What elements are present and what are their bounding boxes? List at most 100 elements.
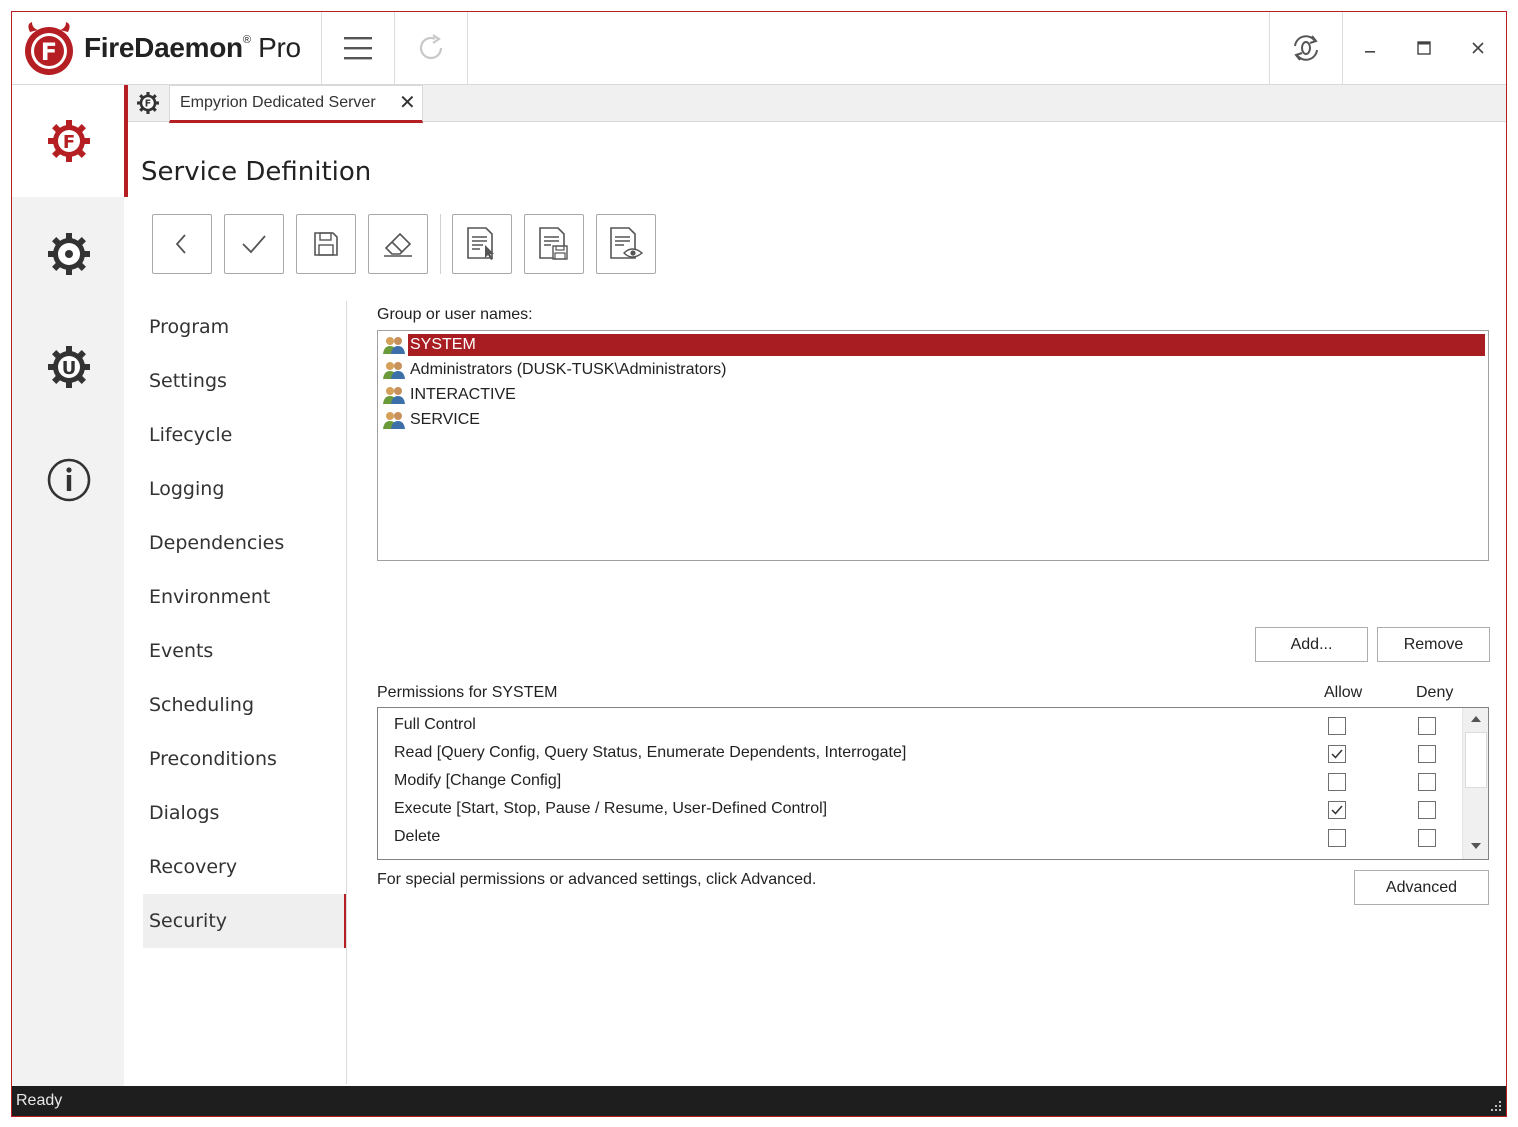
svg-text:F: F — [63, 132, 75, 153]
refresh-button[interactable] — [395, 12, 467, 84]
minimize-button[interactable] — [1343, 12, 1397, 84]
save-icon — [314, 232, 338, 256]
permissions-scrollbar[interactable] — [1462, 708, 1488, 859]
scroll-thumb[interactable] — [1465, 732, 1487, 788]
nav-item-preconditions[interactable]: Preconditions — [143, 732, 347, 786]
permission-name: Delete — [394, 828, 441, 845]
svg-text:F: F — [145, 99, 151, 110]
firedaemon-logo-icon: F — [25, 22, 73, 75]
user-group-icon — [383, 335, 405, 355]
toolbar-separator — [440, 214, 441, 274]
allow-column-header: Allow — [1324, 684, 1363, 701]
import-definition-icon — [467, 227, 494, 260]
allow-checkbox[interactable] — [1328, 829, 1346, 847]
rail-settings-button[interactable] — [46, 231, 92, 277]
close-icon — [1472, 42, 1484, 54]
user-list-item[interactable]: INTERACTIVE — [383, 382, 1485, 407]
permissions-label: Permissions for SYSTEM — [377, 684, 558, 701]
tab-home-button[interactable]: F — [128, 85, 168, 121]
nav-item-logging[interactable]: Logging — [143, 462, 347, 516]
left-rail: F U — [12, 85, 124, 1086]
scroll-up-button[interactable] — [1463, 708, 1488, 730]
nav-item-environment[interactable]: Environment — [143, 570, 347, 624]
rail-about-button[interactable] — [46, 457, 92, 503]
preview-definition-icon — [610, 227, 644, 259]
nav-item-security[interactable]: Security — [143, 894, 347, 948]
nav-item-events[interactable]: Events — [143, 624, 347, 678]
export-definition-button[interactable] — [524, 214, 584, 274]
allow-checkbox[interactable] — [1328, 773, 1346, 791]
back-button[interactable] — [152, 214, 212, 274]
service-status-button[interactable] — [1270, 12, 1342, 84]
user-group-icon — [383, 410, 405, 430]
title-divider — [467, 12, 468, 84]
checkmark-icon — [1331, 749, 1343, 759]
remove-user-button[interactable]: Remove — [1377, 627, 1490, 662]
tab-close-button[interactable]: ✕ — [399, 90, 416, 115]
firedaemon-gear-icon: F — [48, 120, 90, 162]
close-window-button[interactable] — [1451, 12, 1505, 84]
deny-checkbox[interactable] — [1418, 745, 1436, 763]
brand-name: FireDaemon — [84, 32, 243, 63]
user-group-icon — [383, 385, 405, 405]
nav-item-settings[interactable]: Settings — [143, 354, 347, 408]
menu-button[interactable] — [322, 12, 394, 84]
user-list-item[interactable]: SERVICE — [383, 407, 1485, 432]
svg-text:U: U — [62, 358, 77, 379]
tab-label: Empyrion Dedicated Server — [180, 94, 376, 111]
definition-nav: Program Settings Lifecycle Logging Dependenc… — [143, 300, 347, 948]
nav-divider — [346, 301, 347, 1084]
nav-item-dialogs[interactable]: Dialogs — [143, 786, 347, 840]
refresh-icon — [419, 34, 443, 60]
deny-checkbox[interactable] — [1418, 829, 1436, 847]
tab-service[interactable]: Empyrion Dedicated Server ✕ — [169, 85, 423, 123]
checkmark-icon — [1331, 805, 1343, 815]
rail-update-button[interactable]: U — [46, 344, 92, 390]
svg-text:F: F — [41, 38, 57, 66]
nav-item-lifecycle[interactable]: Lifecycle — [143, 408, 347, 462]
permission-row: Full Control — [378, 712, 1462, 740]
page-title: Service Definition — [141, 157, 372, 187]
deny-checkbox[interactable] — [1418, 717, 1436, 735]
apply-check-icon — [242, 235, 266, 254]
permission-row: Execute [Start, Stop, Pause / Resume, Us… — [378, 796, 1462, 824]
scroll-down-button[interactable] — [1463, 835, 1488, 857]
deny-checkbox[interactable] — [1418, 801, 1436, 819]
preview-definition-button[interactable] — [596, 214, 656, 274]
user-list[interactable]: SYSTEM Administrators (DUSK-TUSK\Administ… — [377, 330, 1489, 561]
user-list-item[interactable]: Administrators (DUSK-TUSK\Administrators… — [383, 357, 1485, 382]
status-text: Ready — [16, 1092, 63, 1109]
advanced-button[interactable]: Advanced — [1354, 870, 1489, 905]
allow-checkbox[interactable] — [1328, 717, 1346, 735]
maximize-icon — [1417, 41, 1431, 55]
deny-column-header: Deny — [1416, 684, 1454, 701]
nav-item-recovery[interactable]: Recovery — [143, 840, 347, 894]
advanced-hint: For special permissions or advanced sett… — [377, 871, 817, 888]
nav-item-dependencies[interactable]: Dependencies — [143, 516, 347, 570]
eraser-icon — [384, 232, 412, 257]
settings-gear-icon — [48, 233, 90, 275]
add-user-button[interactable]: Add... — [1255, 627, 1368, 662]
clear-button[interactable] — [368, 214, 428, 274]
rail-services-button[interactable]: F — [46, 118, 92, 164]
minimize-icon — [1365, 51, 1375, 53]
apply-button[interactable] — [224, 214, 284, 274]
save-button[interactable] — [296, 214, 356, 274]
user-group-icon — [383, 360, 405, 380]
export-definition-icon — [539, 227, 568, 260]
allow-checkbox[interactable] — [1328, 801, 1346, 819]
user-list-item[interactable]: SYSTEM — [383, 332, 1485, 357]
user-name: Administrators (DUSK-TUSK\Administrators… — [410, 360, 727, 378]
brand-edition: Pro — [258, 32, 301, 63]
permission-row: Modify [Change Config] — [378, 768, 1462, 796]
scroll-down-icon — [1470, 843, 1481, 849]
maximize-button[interactable] — [1397, 12, 1451, 84]
permissions-list: Full Control Read [Query Config, Query St… — [377, 707, 1489, 860]
resize-grip-icon[interactable] — [1490, 1100, 1502, 1112]
nav-item-scheduling[interactable]: Scheduling — [143, 678, 347, 732]
deny-checkbox[interactable] — [1418, 773, 1436, 791]
nav-item-program[interactable]: Program — [143, 300, 347, 354]
allow-checkbox[interactable] — [1328, 745, 1346, 763]
import-definition-button[interactable] — [452, 214, 512, 274]
user-name: SYSTEM — [408, 333, 1485, 356]
